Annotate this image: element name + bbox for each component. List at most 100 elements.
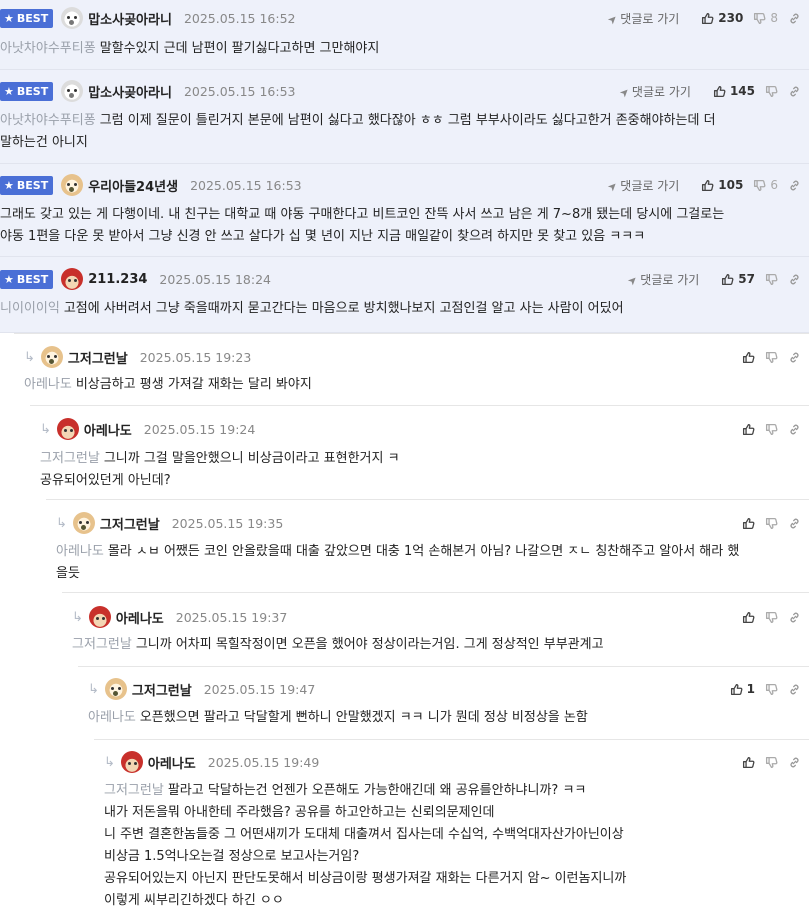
reply-arrow-icon: ↳ bbox=[104, 754, 115, 770]
avatar[interactable] bbox=[61, 174, 84, 196]
send-icon: ➤ bbox=[616, 84, 633, 100]
mention-tag[interactable]: 아레나도 bbox=[24, 377, 72, 392]
mention-tag[interactable]: 아레나도 bbox=[88, 710, 136, 725]
comment-text: 을듯 bbox=[56, 566, 80, 581]
best-badge: ★ BEST bbox=[0, 81, 54, 101]
author-nickname[interactable]: 맙소사곶아라니 bbox=[88, 9, 172, 28]
avatar[interactable] bbox=[56, 418, 79, 440]
goto-reply-link[interactable]: ➤댓글로 가기 bbox=[625, 271, 699, 288]
like-button[interactable] bbox=[742, 517, 755, 530]
copy-link-button[interactable] bbox=[788, 85, 801, 98]
avatar[interactable] bbox=[40, 346, 63, 368]
best-comment: ★ BEST 211.234 2025.05.15 18:24 ➤댓글로 가기 57 니이이… bbox=[0, 257, 809, 333]
star-icon: ★ bbox=[4, 272, 14, 286]
dislike-button[interactable] bbox=[765, 273, 778, 286]
author-nickname[interactable]: 그저그런날 bbox=[132, 680, 192, 699]
comment-actions: 1 bbox=[720, 677, 801, 701]
comment-header: ↳ 아레나도 2025.05.15 19:37 bbox=[62, 605, 809, 629]
like-button[interactable]: 57 bbox=[721, 272, 755, 286]
reply-comment: ↳ 아레나도 2025.05.15 19:49 그저그런날 팔라고 닥달하는건 언젠가 … bbox=[94, 739, 809, 908]
comment-text: 그럼 이제 질문이 틀린거지 본문에 남편이 싫다고 했다잖아 ㅎㅎ 그럼 부부… bbox=[99, 113, 716, 128]
like-button[interactable] bbox=[742, 611, 755, 624]
comment-text: 니 주변 결혼한놈들중 그 어떤새끼가 도대체 대출껴서 집사는데 수십억, 수… bbox=[104, 827, 624, 842]
copy-link-button[interactable] bbox=[788, 517, 801, 530]
comment-body: 아레나도 오픈했으면 팔라고 닥달할게 뻔하니 안말했겠지 ㅋㅋ 니가 뭔데 정상… bbox=[78, 707, 797, 729]
mention-tag[interactable]: 아낫차야수푸티퐁 bbox=[0, 113, 96, 128]
best-comment: ★ BEST 맙소사곶아라니 2025.05.15 16:52 ➤댓글로 가기 230 8 아… bbox=[0, 0, 809, 70]
comment-body: 아낫차야수푸티퐁 말할수있지 근데 남편이 팔기싫다고하면 그만해야지 bbox=[0, 38, 797, 60]
mention-tag[interactable]: 아낫차야수푸티퐁 bbox=[0, 41, 96, 56]
goto-reply-label: 댓글로 가기 bbox=[620, 178, 680, 193]
copy-link-button[interactable] bbox=[788, 611, 801, 624]
comment-line: 니 주변 결혼한놈들중 그 어떤새끼가 도대체 대출껴서 집사는데 수십억, 수… bbox=[104, 824, 797, 846]
reply-comment: ↳ 아레나도 2025.05.15 19:37 그저그런날 그니까 어차피 목힐작정이면… bbox=[62, 592, 809, 666]
comment-body: 아낫차야수푸티퐁 그럼 이제 질문이 틀린거지 본문에 남편이 싫다고 했다잖아 … bbox=[0, 110, 797, 154]
comment-line: 공유되어있던게 아닌데? bbox=[40, 470, 797, 492]
goto-reply-link[interactable]: ➤댓글로 가기 bbox=[605, 177, 680, 194]
avatar[interactable] bbox=[104, 678, 127, 700]
copy-link-button[interactable] bbox=[788, 179, 801, 192]
comment-text: 오픈했으면 팔라고 닥달할게 뻔하니 안말했겠지 ㅋㅋ 니가 뭔데 정상 비정상… bbox=[139, 710, 588, 725]
star-icon: ★ bbox=[4, 84, 14, 98]
like-button[interactable] bbox=[742, 756, 755, 769]
avatar[interactable] bbox=[61, 7, 84, 29]
avatar[interactable] bbox=[72, 512, 95, 534]
like-button[interactable] bbox=[742, 423, 755, 436]
comment-line: 그저그런날 그니까 어차피 목힐작정이면 오픈을 했어야 정상이라는거임. 그게 … bbox=[72, 634, 797, 656]
thumbs-up-icon bbox=[742, 756, 755, 769]
author-nickname[interactable]: 아레나도 bbox=[116, 608, 164, 627]
copy-link-button[interactable] bbox=[788, 273, 801, 286]
thumbs-up-icon bbox=[701, 12, 714, 25]
author-nickname[interactable]: 아레나도 bbox=[148, 753, 196, 772]
comment-actions bbox=[732, 511, 801, 535]
like-button[interactable] bbox=[742, 351, 755, 364]
best-label: BEST bbox=[16, 178, 49, 192]
comment-date: 2025.05.15 16:53 bbox=[190, 177, 302, 193]
dislike-button[interactable] bbox=[765, 85, 778, 98]
comment-header: ↳ 아레나도 2025.05.15 19:49 bbox=[94, 750, 809, 774]
author-nickname[interactable]: 그저그런날 bbox=[100, 514, 160, 533]
dislike-button[interactable] bbox=[765, 611, 778, 624]
thumbs-up-icon bbox=[742, 611, 755, 624]
dislike-button[interactable]: 6 bbox=[753, 178, 778, 192]
like-button[interactable]: 105 bbox=[701, 178, 743, 192]
avatar[interactable] bbox=[88, 606, 111, 628]
dislike-button[interactable] bbox=[765, 683, 778, 696]
mention-tag[interactable]: 니이이이익 bbox=[0, 301, 60, 316]
goto-reply-link[interactable]: ➤댓글로 가기 bbox=[605, 10, 679, 27]
like-button[interactable]: 1 bbox=[730, 682, 755, 696]
dislike-button[interactable]: 8 bbox=[753, 11, 778, 25]
copy-link-button[interactable] bbox=[788, 756, 801, 769]
avatar[interactable] bbox=[120, 751, 143, 773]
like-button[interactable]: 230 bbox=[701, 11, 743, 25]
copy-link-button[interactable] bbox=[788, 12, 801, 25]
comment-date: 2025.05.15 19:49 bbox=[207, 754, 320, 770]
comment-actions bbox=[732, 605, 801, 629]
copy-link-button[interactable] bbox=[788, 423, 801, 436]
mention-tag[interactable]: 그저그런날 bbox=[104, 783, 164, 798]
star-icon: ★ bbox=[4, 11, 14, 25]
author-nickname[interactable]: 211.234 bbox=[88, 272, 147, 287]
mention-tag[interactable]: 그저그런날 bbox=[72, 637, 132, 652]
avatar[interactable] bbox=[61, 268, 84, 290]
author-nickname[interactable]: 아레나도 bbox=[84, 420, 132, 439]
copy-link-button[interactable] bbox=[788, 683, 801, 696]
like-button[interactable]: 145 bbox=[713, 84, 755, 98]
reply-arrow-icon: ↳ bbox=[40, 421, 51, 437]
author-nickname[interactable]: 맙소사곶아라니 bbox=[88, 82, 172, 101]
avatar[interactable] bbox=[61, 80, 84, 102]
dislike-button[interactable] bbox=[765, 423, 778, 436]
link-icon bbox=[788, 12, 801, 25]
best-comment: ★ BEST 맙소사곶아라니 2025.05.15 16:53 ➤댓글로 가기 145 아낫… bbox=[0, 70, 809, 164]
mention-tag[interactable]: 아레나도 bbox=[56, 544, 104, 559]
author-nickname[interactable]: 그저그런날 bbox=[68, 348, 128, 367]
mention-tag[interactable]: 그저그런날 bbox=[40, 451, 100, 466]
dislike-button[interactable] bbox=[765, 517, 778, 530]
copy-link-button[interactable] bbox=[788, 351, 801, 364]
author-nickname[interactable]: 우리아들24년생 bbox=[88, 176, 178, 195]
comment-header: ↳ 그저그런날 2025.05.15 19:23 bbox=[14, 345, 809, 369]
comment-text: 비상금하고 평생 가져갈 재화는 달리 봐야지 bbox=[75, 377, 312, 392]
dislike-button[interactable] bbox=[765, 756, 778, 769]
goto-reply-link[interactable]: ➤댓글로 가기 bbox=[616, 83, 690, 100]
dislike-button[interactable] bbox=[765, 351, 778, 364]
